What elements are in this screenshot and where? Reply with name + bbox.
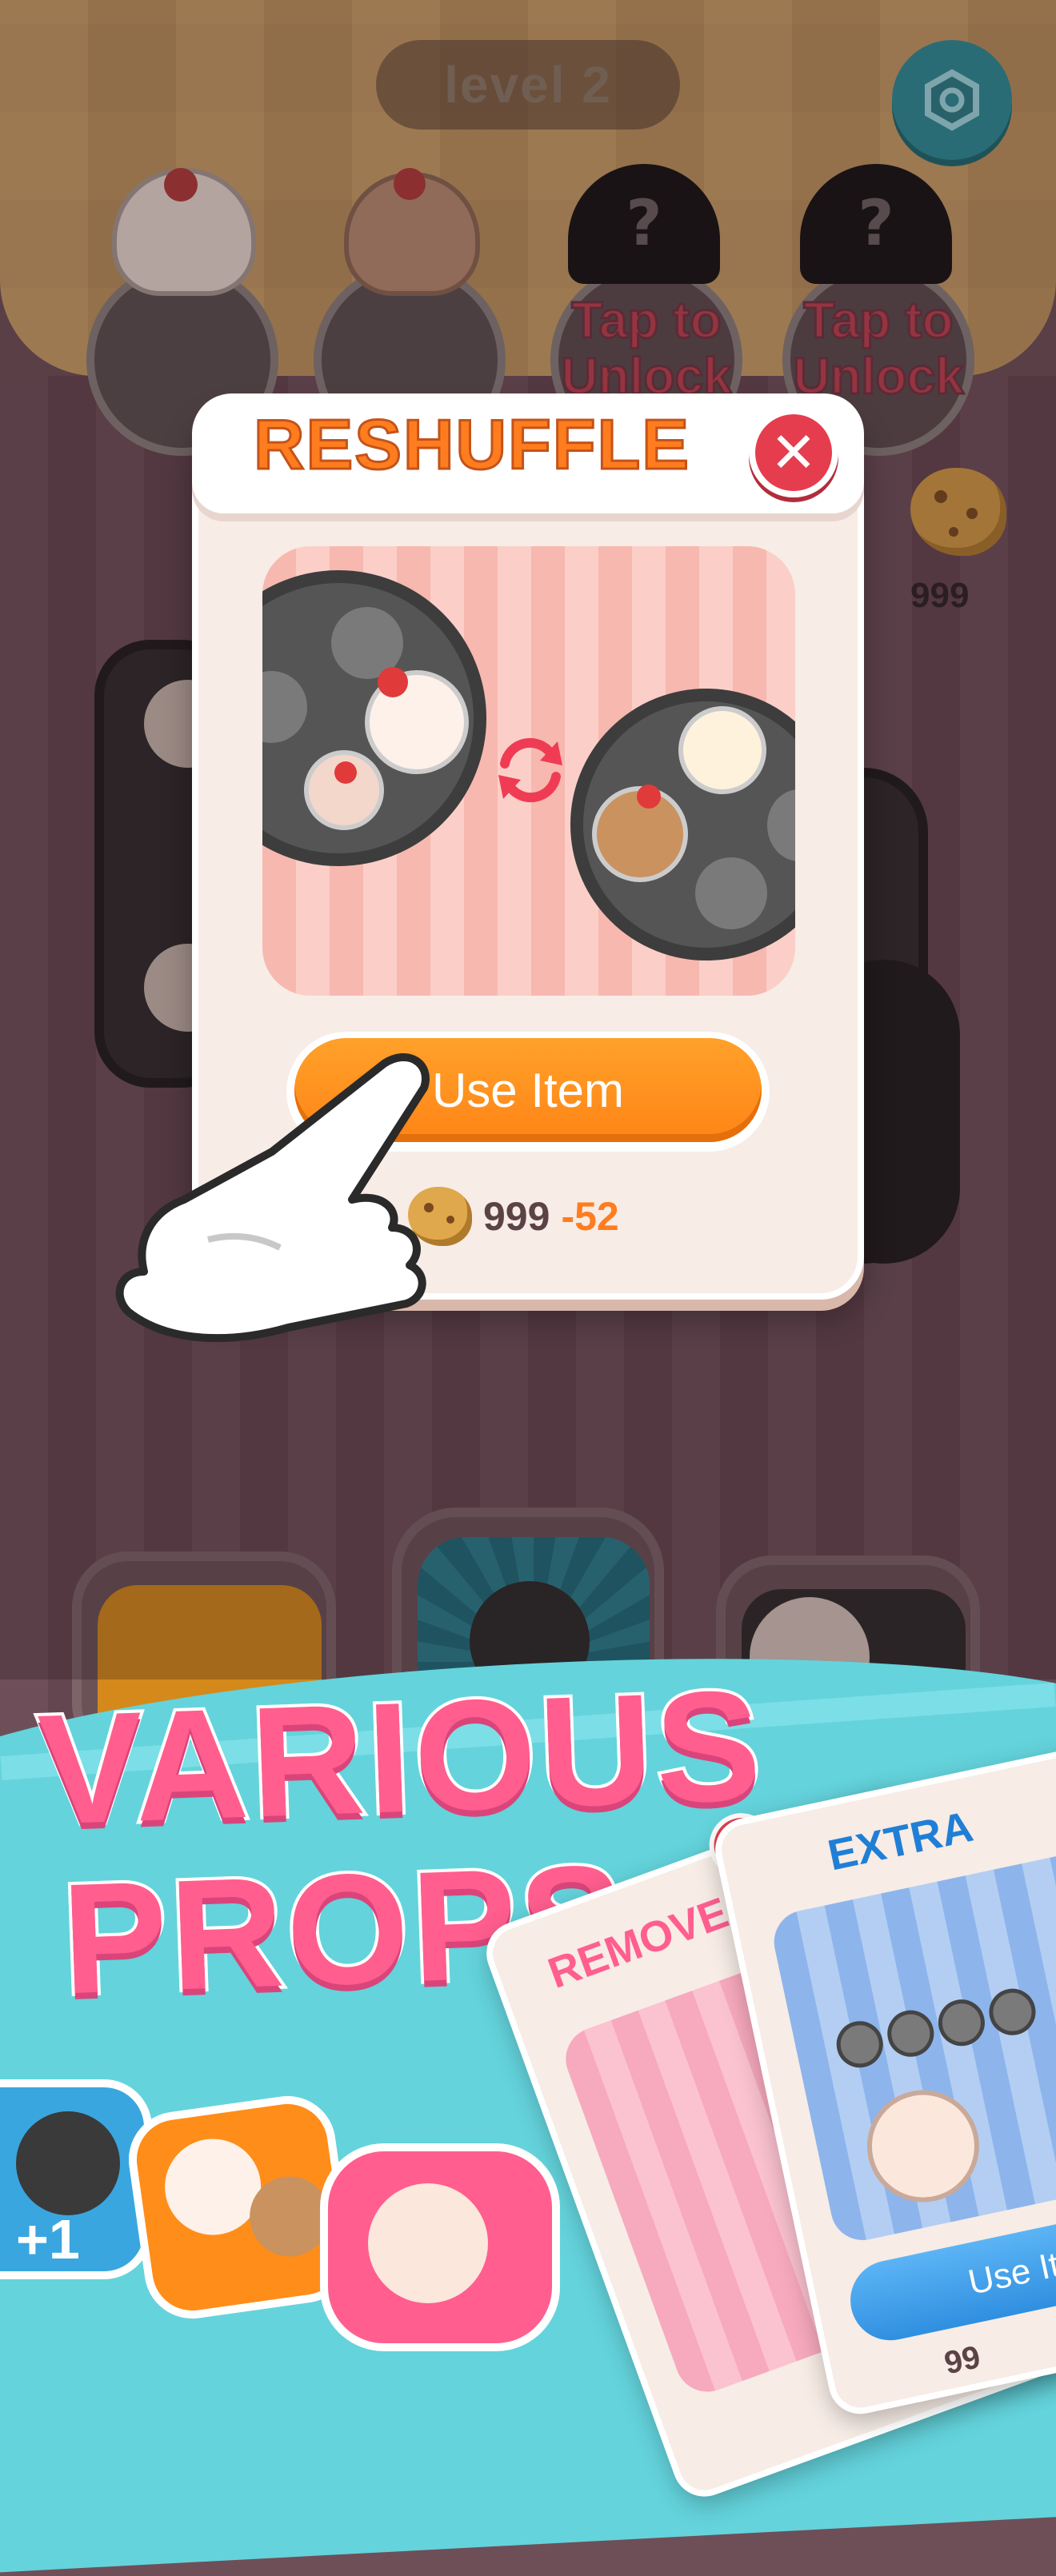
prop-icon-extra-slot[interactable]: +1	[0, 2079, 152, 2279]
extra-card-cost: 99	[942, 2339, 984, 2382]
cost-change: -52	[561, 1194, 619, 1239]
close-button[interactable]: ✕	[749, 408, 838, 497]
cookie-count: 999	[910, 576, 970, 615]
close-x-icon: ✕	[770, 420, 818, 485]
use-item-label: Use Item	[431, 1063, 625, 1117]
settings-button[interactable]	[892, 40, 1012, 160]
level-indicator: level 2	[376, 40, 680, 130]
level-label: level 2	[444, 56, 612, 114]
remove-card-label: REMOVE	[542, 1888, 735, 1998]
extra-card-preview	[768, 1844, 1056, 2247]
prop-icon-remove[interactable]	[320, 2143, 560, 2351]
hex-nut-icon	[925, 69, 979, 131]
cherry-2	[394, 168, 426, 200]
modal-title: RESHUFFLE	[253, 404, 690, 485]
preview-cupcake-large	[365, 667, 469, 774]
reshuffle-preview	[262, 546, 795, 996]
extra-card-use-label: Use Ite	[965, 2240, 1056, 2302]
tap-to-unlock-4[interactable]: Tap to Unlock	[774, 291, 982, 405]
question-badge-4: ?	[858, 188, 894, 260]
locked-lid-4: ?	[800, 164, 952, 284]
cherry-1	[164, 168, 198, 202]
preview-chocolate-cupcake	[592, 785, 688, 882]
headline-various: VARIOUS	[32, 1654, 770, 1861]
pointing-hand-icon	[115, 1052, 430, 1343]
swap-arrows-icon	[498, 737, 562, 803]
extra-card-label: EXTRA	[823, 1802, 978, 1880]
extra-card-cost-value: 99	[941, 2339, 984, 2382]
preview-pancake-small	[304, 750, 384, 830]
tap-to-unlock-3[interactable]: Tap to Unlock	[542, 291, 750, 405]
question-badge-3: ?	[626, 188, 662, 260]
cost-current-amount: 999	[483, 1194, 550, 1239]
locked-lid-3: ?	[568, 164, 720, 284]
preview-cream-pudding	[678, 706, 766, 794]
